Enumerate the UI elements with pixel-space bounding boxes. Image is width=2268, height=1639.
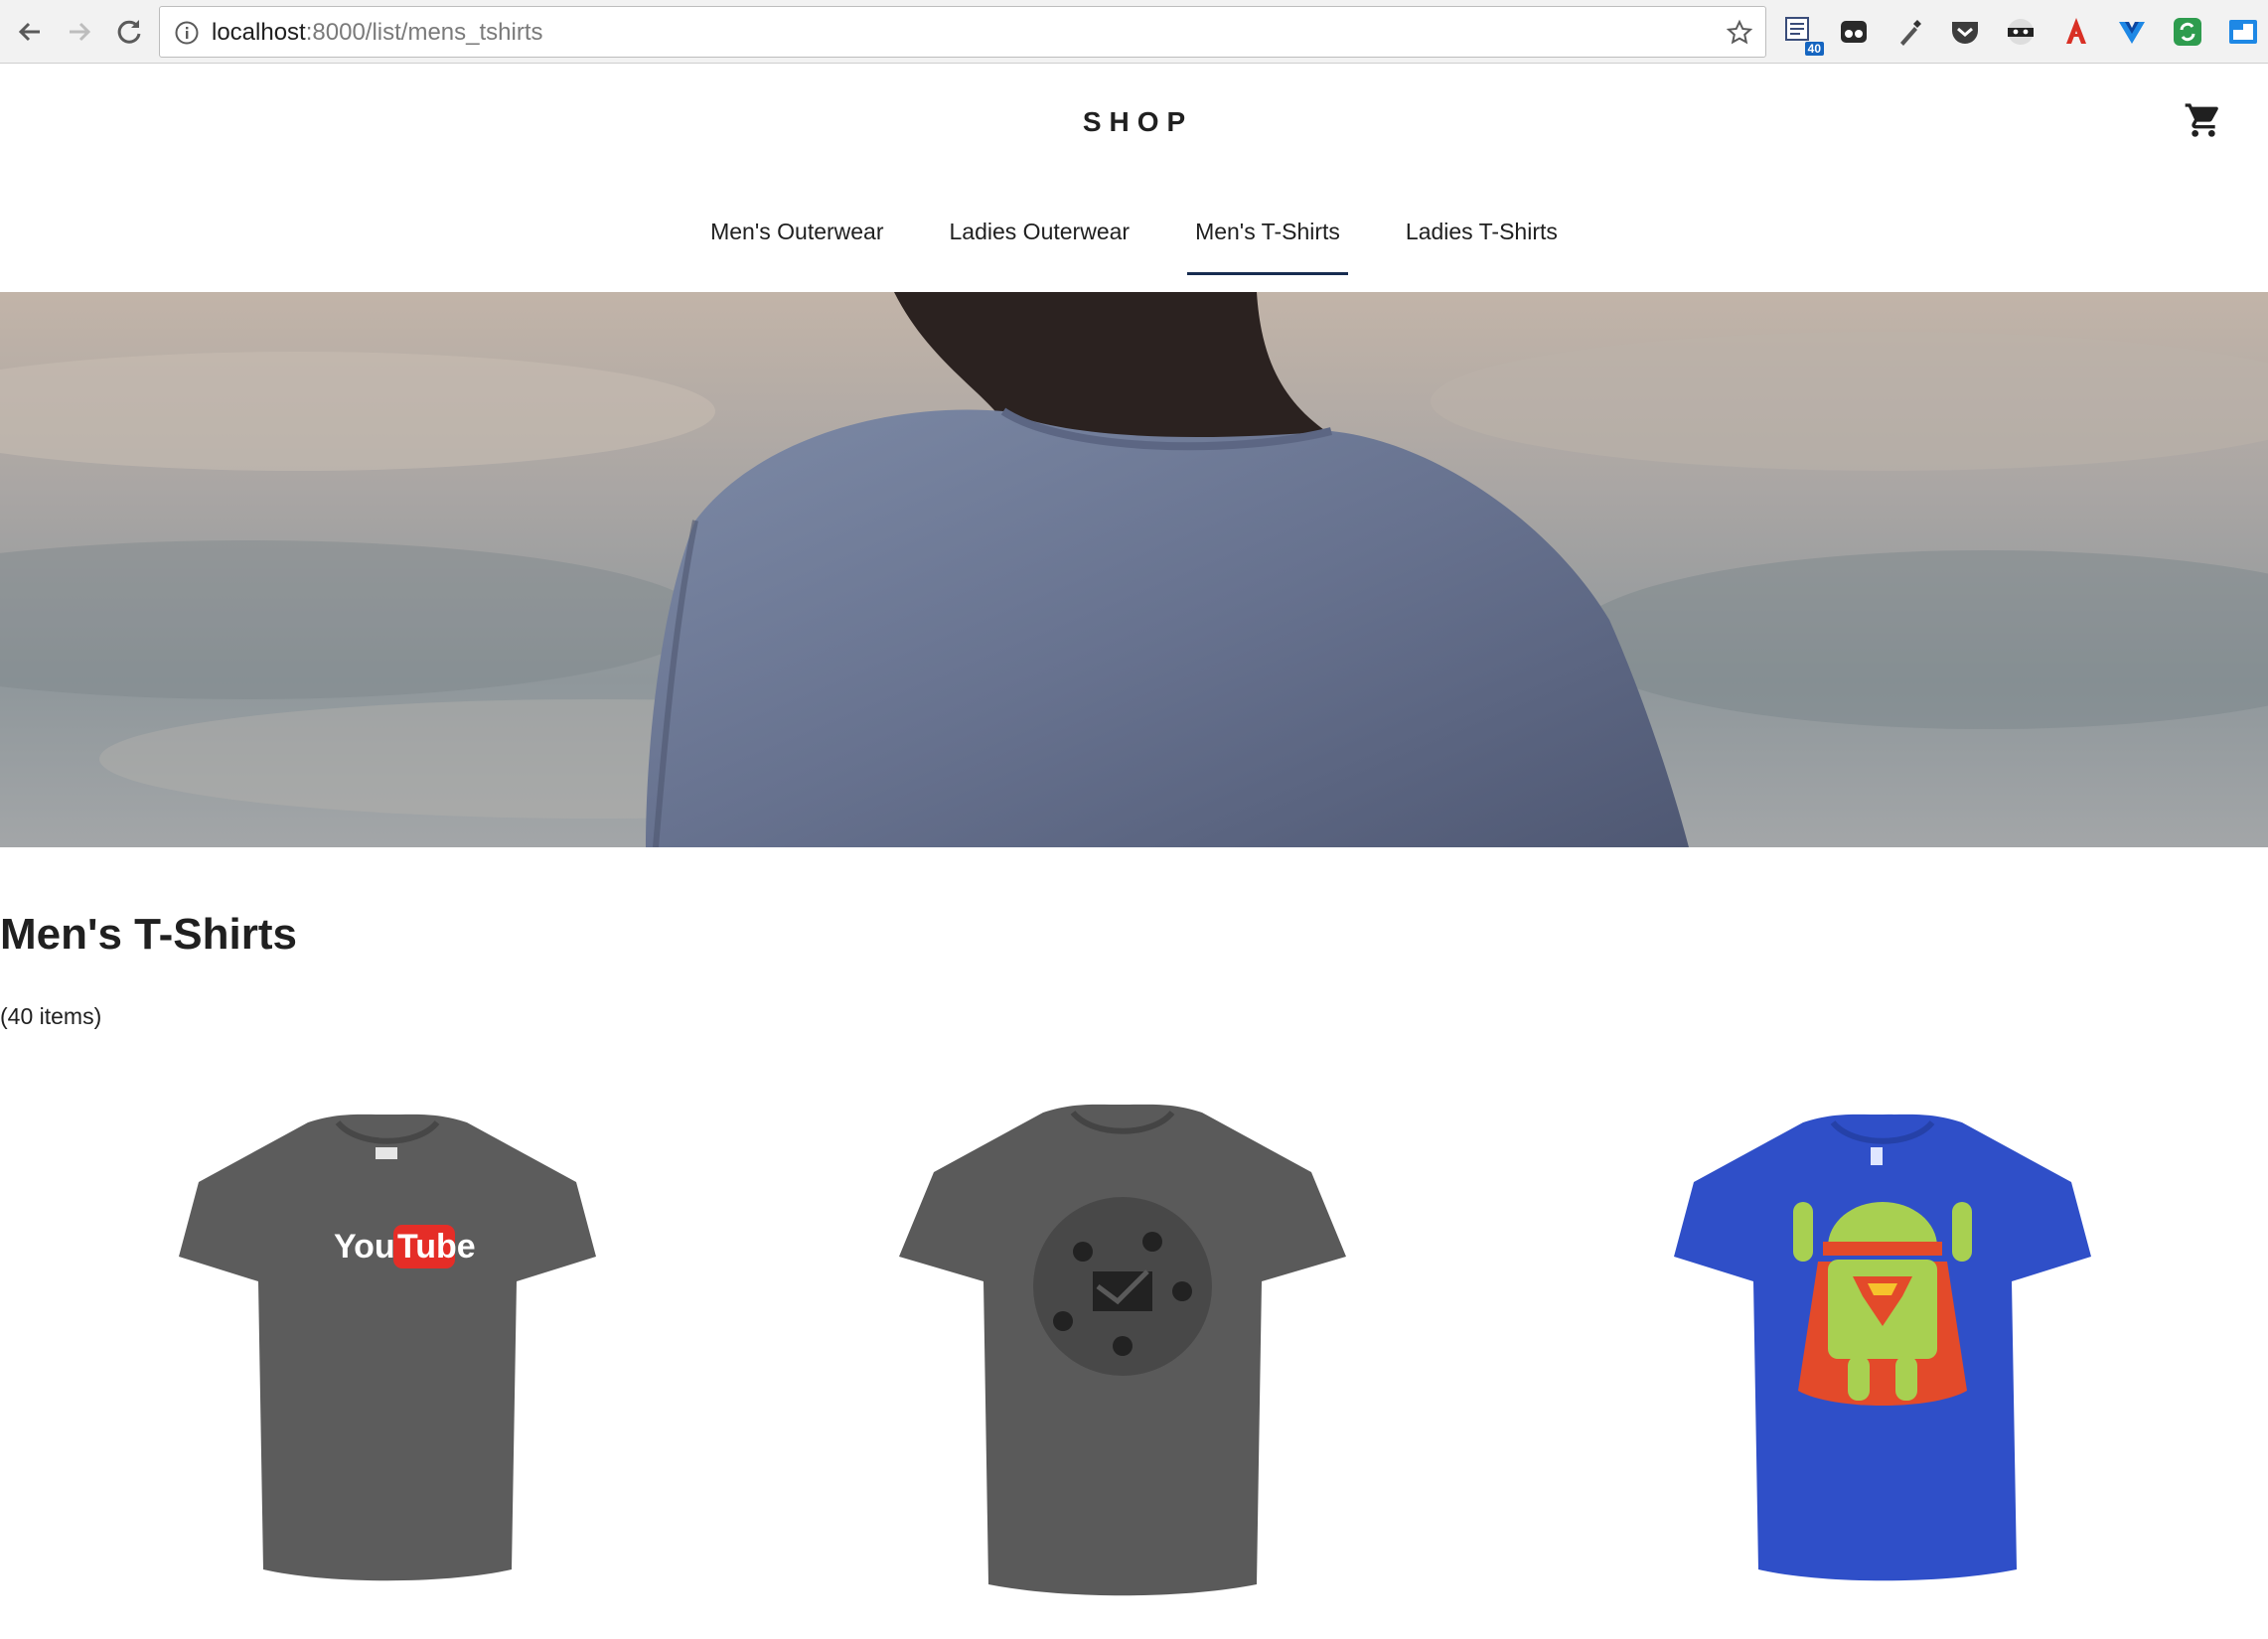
tab-mens-tshirts[interactable]: Men's T-Shirts [1187,216,1348,275]
shop-logo[interactable]: SHOP [0,106,2268,138]
youtube-print-tube: Tube [397,1228,476,1266]
tab-mens-outerwear[interactable]: Men's Outerwear [702,216,891,275]
forward-button[interactable] [64,16,95,48]
product-card-youtube-tee[interactable]: You Tube [159,1093,616,1609]
url-text: localhost:8000/list/mens_tshirts [212,19,543,47]
ninja-mask-icon[interactable] [2003,14,2039,50]
product-card-android-tee[interactable] [1654,1093,2111,1609]
product-image [899,1104,1346,1596]
back-button[interactable] [14,16,46,48]
shopping-cart-icon[interactable] [2184,100,2223,140]
sync-icon[interactable] [2170,14,2205,50]
url-host: localhost [212,19,306,46]
arrow-left-icon [18,22,40,42]
window-icon[interactable] [2225,14,2261,50]
item-count: (40 items) [0,1003,102,1029]
info-icon[interactable] [174,20,200,46]
tab-counter-icon[interactable]: 40 [1782,14,1824,56]
pocket-icon[interactable] [1947,14,1983,50]
bookmark-star-icon[interactable] [1726,19,1753,47]
acrobat-icon[interactable] [2058,14,2094,50]
product-grid: You Tube [0,1093,2268,1639]
url-path: :8000/list/mens_tshirts [305,19,543,46]
category-tabs: Men's Outerwear Ladies Outerwear Men's T… [0,216,2268,275]
address-bar[interactable]: localhost:8000/list/mens_tshirts [159,6,1766,58]
hero-illustration [0,292,2268,847]
youtube-print-you: You [334,1228,395,1266]
tab-count-badge: 40 [1804,42,1824,56]
reload-icon [117,20,141,44]
vue-devtools-icon[interactable] [2114,14,2150,50]
product-card-icons-tee[interactable] [894,1093,1351,1609]
app-header: SHOP Men's Outerwear Ladies Outerwear Me… [0,65,2268,293]
tab-ladies-outerwear[interactable]: Ladies Outerwear [942,216,1138,275]
reload-button[interactable] [113,16,145,48]
arrow-right-icon [70,22,91,42]
product-image [1674,1114,2091,1581]
eyedropper-icon[interactable] [1891,14,1927,50]
product-image: You Tube [179,1114,596,1581]
incognito-mask-icon[interactable] [1836,14,1872,50]
hero-image [0,292,2268,847]
tab-ladies-tshirts[interactable]: Ladies T-Shirts [1398,216,1566,275]
page-title: Men's T-Shirts [0,910,297,959]
browser-toolbar: localhost:8000/list/mens_tshirts 40 [0,0,2268,64]
